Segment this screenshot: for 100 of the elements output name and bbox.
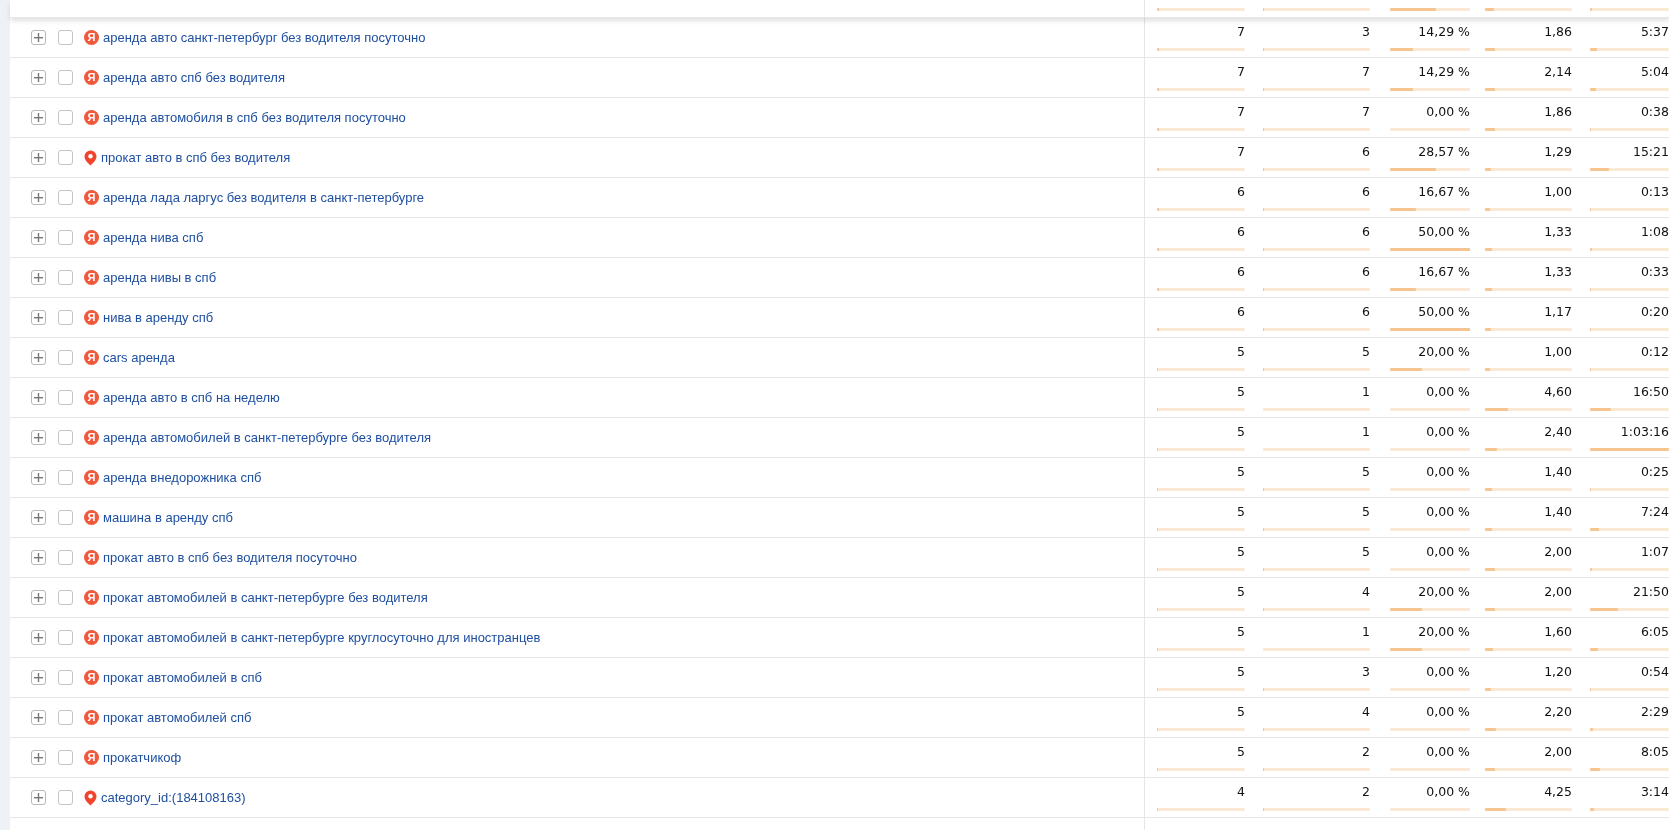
expand-button[interactable] xyxy=(31,70,46,85)
metric-value: 6:05 xyxy=(1639,624,1669,640)
row-checkbox[interactable] xyxy=(58,110,73,125)
search-engine-badge: Я xyxy=(84,310,99,325)
query-link[interactable]: аренда автомобилей в санкт-петербурге без водителя xyxy=(103,427,432,448)
search-engine-badge: Я xyxy=(84,710,99,725)
row-checkbox[interactable] xyxy=(58,30,73,45)
query-link[interactable]: машина в аренду спб xyxy=(103,507,233,528)
search-engine-badge: Я xyxy=(84,110,99,125)
metric-value: 0:33 xyxy=(1639,264,1669,280)
query-link[interactable]: прокат автомобилей в санкт-петербурге без водителя xyxy=(103,587,428,608)
row-checkbox[interactable] xyxy=(58,710,73,725)
query-link[interactable]: category_id:(184108163) xyxy=(101,787,246,808)
metric-value: 1:07 xyxy=(1639,544,1669,560)
expand-button[interactable] xyxy=(31,390,46,405)
row-checkbox[interactable] xyxy=(58,230,73,245)
expand-button[interactable] xyxy=(31,430,46,445)
query-link[interactable]: аренда авто спб без водителя xyxy=(103,67,285,88)
search-engine-badge: Я xyxy=(84,750,99,765)
query-link[interactable]: прокат авто в спб без водителя xyxy=(101,147,291,168)
metric-value: 1,86 xyxy=(1543,24,1572,40)
metric-value: 2,00 xyxy=(1543,744,1572,760)
expand-button[interactable] xyxy=(31,590,46,605)
metric-value: 1,33 xyxy=(1543,224,1572,240)
expand-button[interactable] xyxy=(31,310,46,325)
query-link[interactable]: прокат автомобилей в спб xyxy=(103,667,262,688)
row-checkbox[interactable] xyxy=(58,470,73,485)
query-link[interactable]: прокат авто в спб без водителя посуточно xyxy=(103,547,357,568)
search-engine-badge: Я xyxy=(84,270,99,285)
expand-button[interactable] xyxy=(31,350,46,365)
row-checkbox[interactable] xyxy=(58,150,73,165)
metric-value: 2:29 xyxy=(1639,704,1669,720)
query-link[interactable]: cars аренда xyxy=(103,347,175,368)
query-link[interactable]: прокат автомобилей в санкт-петербурге круглосуточно для иностранцев xyxy=(103,627,541,648)
row-checkbox[interactable] xyxy=(58,630,73,645)
query-link[interactable]: аренда нивы в спб xyxy=(103,267,217,288)
query-link[interactable]: аренда авто санкт-петербург без водителя посуточно xyxy=(103,27,426,48)
metric-value: 5 xyxy=(1361,544,1370,560)
search-engine-badge: Я xyxy=(84,230,99,245)
metric-value: 1,00 xyxy=(1543,184,1572,200)
row-checkbox[interactable] xyxy=(58,390,73,405)
row-checkbox[interactable] xyxy=(58,670,73,685)
search-engine-badge: Я xyxy=(84,350,99,365)
search-engine-badge: Я xyxy=(84,30,99,45)
row-checkbox[interactable] xyxy=(58,310,73,325)
expand-button[interactable] xyxy=(31,550,46,565)
query-link[interactable]: аренда лада ларгус без водителя в санкт-петербурге xyxy=(103,187,425,208)
query-link[interactable]: аренда внедорожника спб xyxy=(103,467,262,488)
metric-value: 1,60 xyxy=(1543,624,1572,640)
metric-value: 0,00 % xyxy=(1425,424,1470,440)
query-link[interactable]: прокатчикоф xyxy=(103,747,182,768)
metric-value: 5 xyxy=(1236,424,1245,440)
expand-button[interactable] xyxy=(31,150,46,165)
metric-value: 6 xyxy=(1236,184,1245,200)
metric-value: 16:50 xyxy=(1631,384,1669,400)
expand-button[interactable] xyxy=(31,670,46,685)
query-link[interactable]: аренда авто в спб на неделю xyxy=(103,387,280,408)
row-checkbox[interactable] xyxy=(58,430,73,445)
expand-button[interactable] xyxy=(31,30,46,45)
expand-button[interactable] xyxy=(31,110,46,125)
expand-button[interactable] xyxy=(31,630,46,645)
row-checkbox[interactable] xyxy=(58,190,73,205)
query-link[interactable]: прокат автомобилей спб xyxy=(103,707,252,728)
expand-button[interactable] xyxy=(31,710,46,725)
expand-button[interactable] xyxy=(31,510,46,525)
expand-button[interactable] xyxy=(31,230,46,245)
metric-value: 1,17 xyxy=(1543,304,1572,320)
expand-button[interactable] xyxy=(31,190,46,205)
expand-button[interactable] xyxy=(31,750,46,765)
expand-button[interactable] xyxy=(31,790,46,805)
metric-value: 21:50 xyxy=(1631,584,1669,600)
row-checkbox[interactable] xyxy=(58,790,73,805)
metric-value: 0,00 % xyxy=(1425,664,1470,680)
search-engine-badge: Я xyxy=(84,670,99,685)
query-link[interactable]: аренда нива спб xyxy=(103,227,204,248)
row-checkbox[interactable] xyxy=(58,270,73,285)
row-checkbox[interactable] xyxy=(58,590,73,605)
metric-value: 0:54 xyxy=(1639,664,1669,680)
metric-value: 5:04 xyxy=(1639,64,1669,80)
expand-button[interactable] xyxy=(31,470,46,485)
metric-value: 4 xyxy=(1361,584,1370,600)
metric-value: 0:13 xyxy=(1639,184,1669,200)
metric-value: 0:20 xyxy=(1639,304,1669,320)
metric-value: 5 xyxy=(1236,504,1245,520)
metric-value: 1,33 xyxy=(1543,264,1572,280)
metric-value: 6 xyxy=(1236,224,1245,240)
query-link[interactable]: нива в аренду спб xyxy=(103,307,214,328)
search-engine-badge: Я xyxy=(84,430,99,445)
metric-value: 0,00 % xyxy=(1425,384,1470,400)
row-checkbox[interactable] xyxy=(58,350,73,365)
row-checkbox[interactable] xyxy=(58,70,73,85)
expand-button[interactable] xyxy=(31,270,46,285)
row-checkbox[interactable] xyxy=(58,510,73,525)
metric-value: 6 xyxy=(1361,304,1370,320)
metric-value: 7 xyxy=(1236,144,1245,160)
metric-value: 4,25 xyxy=(1543,784,1572,800)
row-checkbox[interactable] xyxy=(58,550,73,565)
row-checkbox[interactable] xyxy=(58,750,73,765)
query-link[interactable]: аренда автомобиля в спб без водителя посуточно xyxy=(103,107,406,128)
metric-value: 7 xyxy=(1236,104,1245,120)
